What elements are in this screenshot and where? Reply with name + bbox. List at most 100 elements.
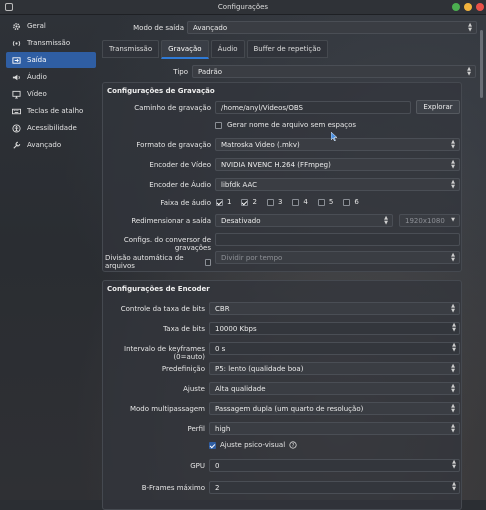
video-encoder-label: Encoder de Vídeo (149, 161, 211, 169)
auto-split-select[interactable]: Dividir por tempo ▲ ▼ (215, 251, 460, 264)
rate-control-select[interactable]: CBR ▲ ▼ (209, 302, 460, 315)
bframes-spinbox[interactable]: 2 ▲ ▼ (209, 481, 460, 494)
muxer-settings-input[interactable] (215, 233, 460, 246)
video-encoder-select[interactable]: NVIDIA NVENC H.264 (FFmpeg) ▲ ▼ (215, 158, 460, 171)
wrench-icon (13, 141, 21, 149)
window-title: Configurações (217, 3, 269, 11)
recording-path-input[interactable]: /home/anyl/Videos/OBS (215, 101, 411, 114)
psycho-visual-label: Ajuste psico-visual (220, 441, 286, 449)
track-1-label: 1 (227, 198, 232, 206)
output-tabs: Transmissão Gravação Áudio Buffer de rep… (102, 40, 328, 59)
multipass-value: Passagem dupla (um quarto de resolução) (215, 404, 364, 413)
no-space-filename-checkbox[interactable] (215, 121, 222, 129)
keyboard-icon (12, 108, 21, 114)
tab-recording[interactable]: Gravação (161, 40, 209, 59)
multipass-select[interactable]: Passagem dupla (um quarto de resolução) … (209, 402, 460, 415)
video-encoder-value: NVIDIA NVENC H.264 (FFmpeg) (221, 160, 331, 169)
tab-replay-buffer[interactable]: Buffer de repetição (246, 40, 328, 58)
tab-label: Gravação (168, 45, 202, 53)
auto-split-value: Dividir por tempo (221, 253, 283, 262)
sidebar-item-audio[interactable]: Áudio (6, 69, 96, 85)
maximize-icon[interactable] (464, 3, 472, 11)
rescale-resolution-value: 1920x1080 (405, 216, 445, 225)
updown-arrows-icon: ▲ ▼ (451, 383, 455, 394)
sidebar-item-label: Vídeo (27, 90, 47, 98)
type-value: Padrão (198, 67, 223, 76)
updown-arrows-icon: ▲ ▼ (467, 66, 471, 77)
tab-audio[interactable]: Áudio (210, 40, 245, 58)
rescale-output-select[interactable]: Desativado ▲ ▼ (215, 214, 393, 227)
tab-label: Buffer de repetição (253, 45, 321, 53)
sidebar-item-label: Transmissão (27, 39, 71, 47)
accessibility-icon (12, 123, 21, 133)
speaker-icon (12, 74, 20, 80)
track-1-checkbox[interactable] (216, 198, 223, 206)
settings-sidebar: Geral Transmissão Saída Áudio Vídeo Tecl… (6, 18, 96, 498)
gear-icon (13, 22, 20, 30)
updown-arrows-icon: ▲ ▼ (451, 363, 455, 374)
help-icon[interactable]: ? (289, 441, 297, 449)
encoder-group-title: Configurações de Encoder (107, 285, 210, 293)
broadcast-icon (12, 40, 21, 46)
scrollbar-thumb[interactable] (480, 30, 483, 98)
sidebar-item-label: Áudio (27, 73, 47, 81)
tuning-select[interactable]: Alta qualidade ▲ ▼ (209, 382, 460, 395)
track-2-checkbox[interactable] (241, 198, 249, 206)
audio-encoder-select[interactable]: libfdk AAC ▲ ▼ (215, 178, 460, 191)
gpu-label: GPU (190, 462, 205, 470)
updown-arrows-icon: ▲ ▼ (451, 159, 455, 170)
recording-format-label: Formato de gravação (136, 141, 211, 149)
sidebar-item-advanced[interactable]: Avançado (6, 137, 96, 153)
updown-arrows-icon: ▲ ▼ (451, 423, 455, 434)
updown-arrows-icon: ▲ ▼ (451, 303, 455, 314)
minimize-icon[interactable] (452, 3, 460, 11)
gpu-spinbox[interactable]: 0 ▲ ▼ (209, 459, 460, 472)
keyframe-interval-spinbox[interactable]: 0 s ▲ ▼ (209, 342, 460, 355)
rescale-output-value: Desativado (221, 216, 261, 225)
output-icon (12, 56, 21, 64)
recording-path-value: /home/anyl/Videos/OBS (221, 103, 303, 112)
updown-arrows-icon: ▲ ▼ (451, 179, 455, 190)
auto-split-checkbox[interactable] (204, 258, 211, 266)
auto-split-row: Divisão automática de arquivos (105, 254, 211, 270)
no-space-filename-label: Gerar nome de arquivo sem espaços (227, 121, 357, 129)
sidebar-item-output[interactable]: Saída (6, 52, 96, 68)
bitrate-spinbox[interactable]: 10000 Kbps ▲ ▼ (209, 322, 460, 335)
settings-scrollbar[interactable] (480, 18, 484, 498)
no-space-filename-row: Gerar nome de arquivo sem espaços (215, 121, 356, 129)
recording-path-label: Caminho de gravação (134, 104, 211, 112)
sidebar-item-general[interactable]: Geral (6, 18, 96, 34)
sidebar-item-label: Teclas de atalho (27, 107, 84, 115)
track-3-checkbox[interactable] (266, 198, 274, 206)
app-icon (5, 3, 13, 11)
tab-streaming[interactable]: Transmissão (102, 40, 160, 58)
output-mode-label: Modo de saída (133, 24, 184, 32)
output-mode-select[interactable]: Avançado ▲ ▼ (187, 21, 477, 34)
track-6-checkbox[interactable] (343, 198, 351, 206)
bitrate-value: 10000 Kbps (215, 324, 257, 333)
rescale-resolution-select[interactable]: 1920x1080 ▼ (399, 214, 460, 227)
track-5-checkbox[interactable] (317, 198, 325, 206)
track-4-checkbox[interactable] (292, 198, 300, 206)
recording-format-select[interactable]: Matroska Video (.mkv) ▲ ▼ (215, 138, 460, 151)
type-select[interactable]: Padrão ▲ ▼ (192, 65, 476, 78)
browse-button[interactable]: Explorar (416, 100, 460, 114)
track-4-label: 4 (303, 198, 308, 206)
preset-select[interactable]: P5: lento (qualidade boa) ▲ ▼ (209, 362, 460, 375)
sidebar-item-stream[interactable]: Transmissão (6, 35, 96, 51)
auto-split-label: Divisão automática de arquivos (105, 254, 184, 270)
psycho-visual-checkbox[interactable] (209, 441, 216, 449)
rate-control-value: CBR (215, 304, 230, 313)
profile-select[interactable]: high ▲ ▼ (209, 422, 460, 435)
spin-arrows-icon: ▲ ▼ (452, 322, 456, 333)
sidebar-item-accessibility[interactable]: Acessibilidade (6, 120, 96, 136)
sidebar-item-label: Saída (27, 56, 47, 64)
mouse-cursor-icon (331, 132, 337, 141)
close-icon[interactable] (476, 3, 484, 11)
sidebar-item-label: Geral (27, 22, 46, 30)
tuning-value: Alta qualidade (215, 384, 266, 393)
psycho-visual-row: Ajuste psico-visual ? (209, 441, 297, 449)
sidebar-item-hotkeys[interactable]: Teclas de atalho (6, 103, 96, 119)
sidebar-item-video[interactable]: Vídeo (6, 86, 96, 102)
track-5-label: 5 (328, 198, 334, 206)
